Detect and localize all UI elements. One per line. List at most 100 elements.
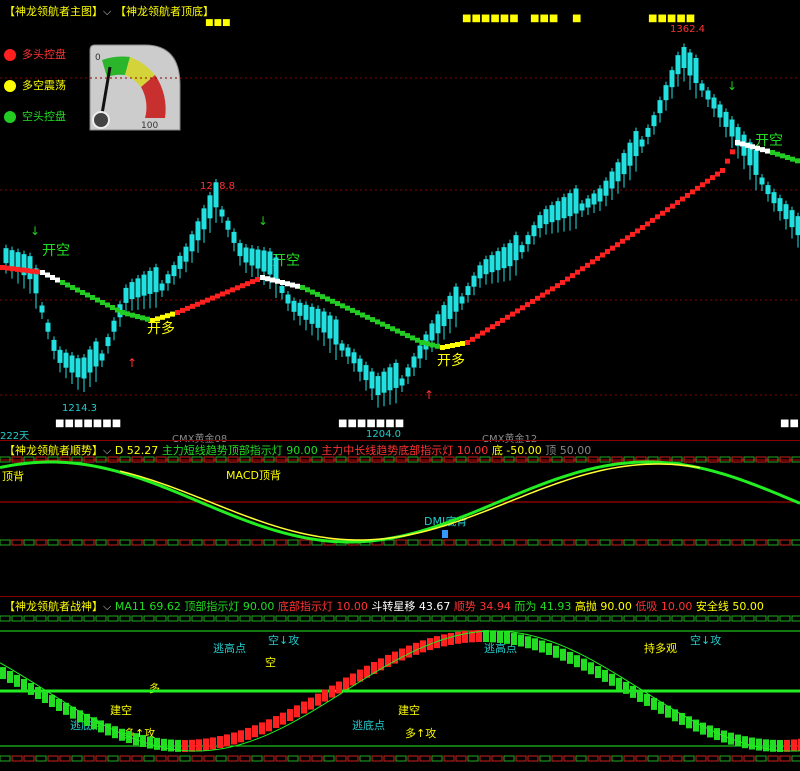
indicator-box xyxy=(143,615,155,622)
indicator-box xyxy=(647,755,659,762)
indicator-box xyxy=(635,539,647,546)
trend-band-segment xyxy=(215,293,220,299)
trend-band-segment xyxy=(380,321,385,327)
indicator-box xyxy=(215,755,227,762)
histogram-bar xyxy=(210,737,216,750)
indicator-box xyxy=(731,755,743,762)
indicator-box xyxy=(755,615,767,622)
candle-body xyxy=(495,251,501,271)
trend-band-segment xyxy=(735,140,740,145)
indicator-box xyxy=(191,539,203,546)
trend-band-segment xyxy=(595,255,600,261)
trend-indicator-chart xyxy=(0,456,800,546)
indicator-box xyxy=(647,539,659,546)
indicator-box xyxy=(587,615,599,622)
trend-band-segment xyxy=(790,156,795,162)
candle-body xyxy=(63,352,69,368)
trend-band-segment xyxy=(80,290,85,295)
trend-band-segment xyxy=(25,268,30,274)
trend-band-segment xyxy=(305,287,310,293)
trend-band-segment xyxy=(190,303,195,309)
indicator-box xyxy=(107,755,119,762)
indicator-box xyxy=(95,755,107,762)
candle-body xyxy=(255,249,261,269)
histogram-bar xyxy=(329,685,335,698)
trend-band-segment xyxy=(170,311,175,317)
indicator-box xyxy=(395,539,407,546)
candle-body xyxy=(291,300,297,312)
indicator-box xyxy=(491,615,503,622)
indicator-box xyxy=(275,755,287,762)
candle-body xyxy=(501,247,507,269)
indicator-box xyxy=(443,539,455,546)
trend-band-segment xyxy=(460,341,465,346)
candle-body xyxy=(267,251,273,275)
indicator-box xyxy=(383,755,395,762)
histogram-bar xyxy=(147,736,153,749)
candle-body xyxy=(759,177,765,185)
indicator-box xyxy=(227,755,239,762)
candle-body xyxy=(99,353,105,361)
indicator-box xyxy=(731,539,743,546)
indicator-box xyxy=(71,755,83,762)
indicator-box xyxy=(215,615,227,622)
candle-body xyxy=(651,115,657,127)
histogram-bar xyxy=(651,697,657,710)
indicator-box xyxy=(515,539,527,546)
trend-band-segment xyxy=(665,207,670,213)
histogram-bar xyxy=(7,670,13,683)
trend-band-segment xyxy=(695,185,700,191)
candle-body xyxy=(351,352,357,364)
indicator-box xyxy=(263,615,275,622)
histogram-bar xyxy=(28,682,34,695)
indicator-box xyxy=(455,615,467,622)
candle-body xyxy=(771,192,777,204)
histogram-bar xyxy=(595,666,601,679)
trend-band-segment xyxy=(195,301,200,307)
histogram-bar xyxy=(294,705,300,718)
histogram-bar xyxy=(518,634,524,647)
trend-band-segment xyxy=(580,266,585,272)
candle-body xyxy=(153,267,159,293)
candle-body xyxy=(177,255,183,269)
indicator-box xyxy=(563,615,575,622)
trend-band-segment xyxy=(75,287,80,293)
trend-band-segment xyxy=(760,147,765,153)
trend-band-segment xyxy=(5,265,10,271)
indicator-box xyxy=(167,539,179,546)
indicator-box xyxy=(455,755,467,762)
trend-band-segment xyxy=(690,189,695,195)
indicator-box xyxy=(719,755,731,762)
histogram-bar xyxy=(560,648,566,661)
trend-band-segment xyxy=(535,295,540,301)
candle-body xyxy=(363,365,369,381)
trend-band-segment xyxy=(340,303,345,309)
indicator-box xyxy=(731,615,743,622)
trend-band-segment xyxy=(770,150,775,155)
candle-body xyxy=(585,198,591,208)
indicator-box xyxy=(527,539,539,546)
indicator-box xyxy=(695,615,707,622)
candle-body xyxy=(219,209,225,217)
indicator-box xyxy=(71,615,83,622)
indicator-box xyxy=(431,615,443,622)
candle-body xyxy=(441,305,447,327)
histogram-bar xyxy=(245,727,251,740)
indicator-box xyxy=(299,615,311,622)
indicator-box xyxy=(515,615,527,622)
indicator-box xyxy=(551,539,563,546)
histogram-bar xyxy=(301,701,307,714)
trend-band-segment xyxy=(725,158,730,164)
indicator-box xyxy=(359,755,371,762)
trend-band-segment xyxy=(490,324,495,330)
indicator-box xyxy=(719,539,731,546)
trend-band-segment xyxy=(540,292,545,298)
trend-band-segment xyxy=(555,283,560,289)
candle-body xyxy=(783,204,789,220)
indicator-box xyxy=(407,615,419,622)
histogram-bar xyxy=(189,739,195,752)
trend-band-segment xyxy=(640,225,645,230)
candle-body xyxy=(615,162,621,182)
trend-band-segment xyxy=(615,242,620,248)
trend-band-segment xyxy=(510,311,515,317)
